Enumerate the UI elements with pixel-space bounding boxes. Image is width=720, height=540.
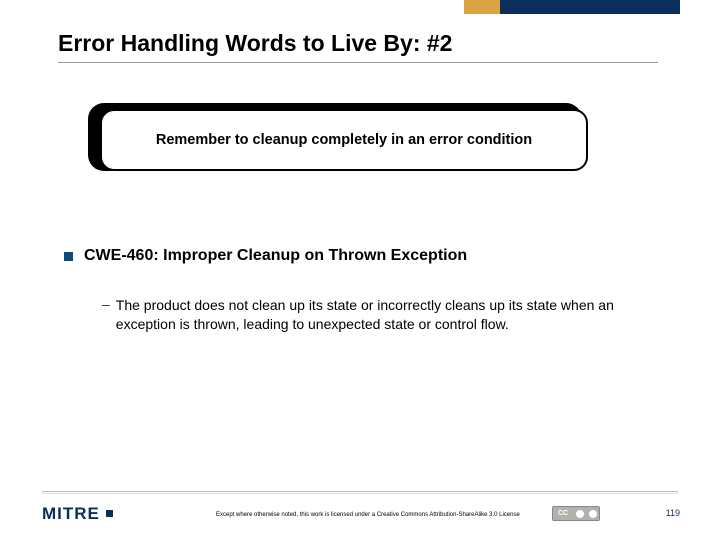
- cc-sa-icon: [589, 510, 597, 518]
- sub-bullet-text: The product does not clean up its state …: [116, 296, 658, 334]
- license-text: Except where otherwise noted, this work …: [216, 512, 520, 518]
- page-number: 119: [666, 508, 680, 518]
- logo-square-icon: [106, 510, 113, 517]
- bullet-text: CWE-460: Improper Cleanup on Thrown Exce…: [84, 247, 467, 265]
- callout-front: Remember to cleanup completely in an err…: [100, 109, 588, 171]
- slide-title: Error Handling Words to Live By: #2: [58, 30, 452, 57]
- accent-navy: [500, 0, 680, 14]
- square-bullet-icon: [64, 252, 73, 261]
- sub-bullet-item: – The product does not clean up its stat…: [102, 296, 658, 334]
- callout-box: Remember to cleanup completely in an err…: [88, 103, 588, 177]
- accent-gold: [464, 0, 500, 14]
- callout-text: Remember to cleanup completely in an err…: [156, 132, 532, 148]
- mitre-logo: MITRE: [42, 504, 114, 524]
- dash-bullet-icon: –: [102, 296, 110, 312]
- logo-text: MITRE: [42, 504, 100, 523]
- footer-divider: [42, 491, 678, 492]
- footer-divider-light: [42, 493, 678, 494]
- cc-by-icon: [576, 510, 584, 518]
- cc-label: CC: [553, 507, 573, 520]
- cc-icons: [573, 507, 599, 520]
- top-accent-bar: [464, 0, 680, 14]
- title-underline: [58, 62, 658, 63]
- bullet-item: CWE-460: Improper Cleanup on Thrown Exce…: [64, 247, 467, 265]
- cc-license-badge: CC: [552, 506, 600, 521]
